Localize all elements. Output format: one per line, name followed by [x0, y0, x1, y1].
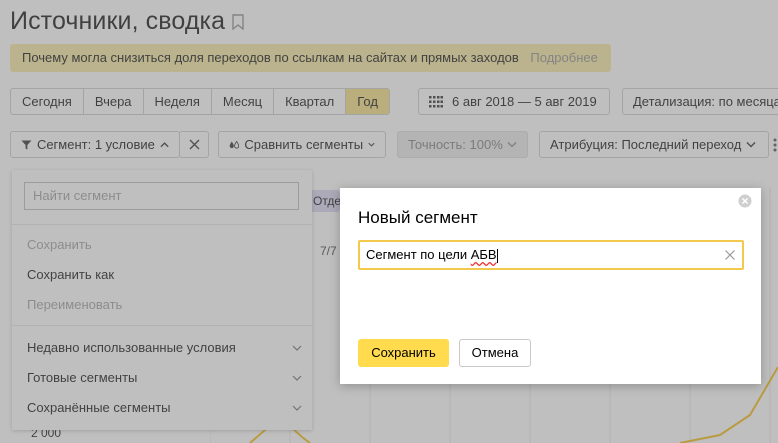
dialog-title: Новый сегмент: [358, 208, 478, 227]
clear-input-icon[interactable]: [724, 249, 736, 261]
cancel-button[interactable]: Отмена: [459, 339, 531, 367]
segment-name-word: АБВ: [470, 247, 497, 263]
segment-name-value: Сегмент по цели АБВ: [366, 247, 724, 263]
segment-name-input[interactable]: Сегмент по цели АБВ: [358, 240, 744, 270]
save-button[interactable]: Сохранить: [358, 339, 449, 367]
close-icon[interactable]: [738, 194, 752, 208]
text-cursor: [496, 248, 498, 263]
new-segment-dialog: Новый сегмент Сегмент по цели АБВ Сохран…: [340, 188, 761, 384]
segment-name-prefix: Сегмент по цели: [366, 247, 471, 263]
